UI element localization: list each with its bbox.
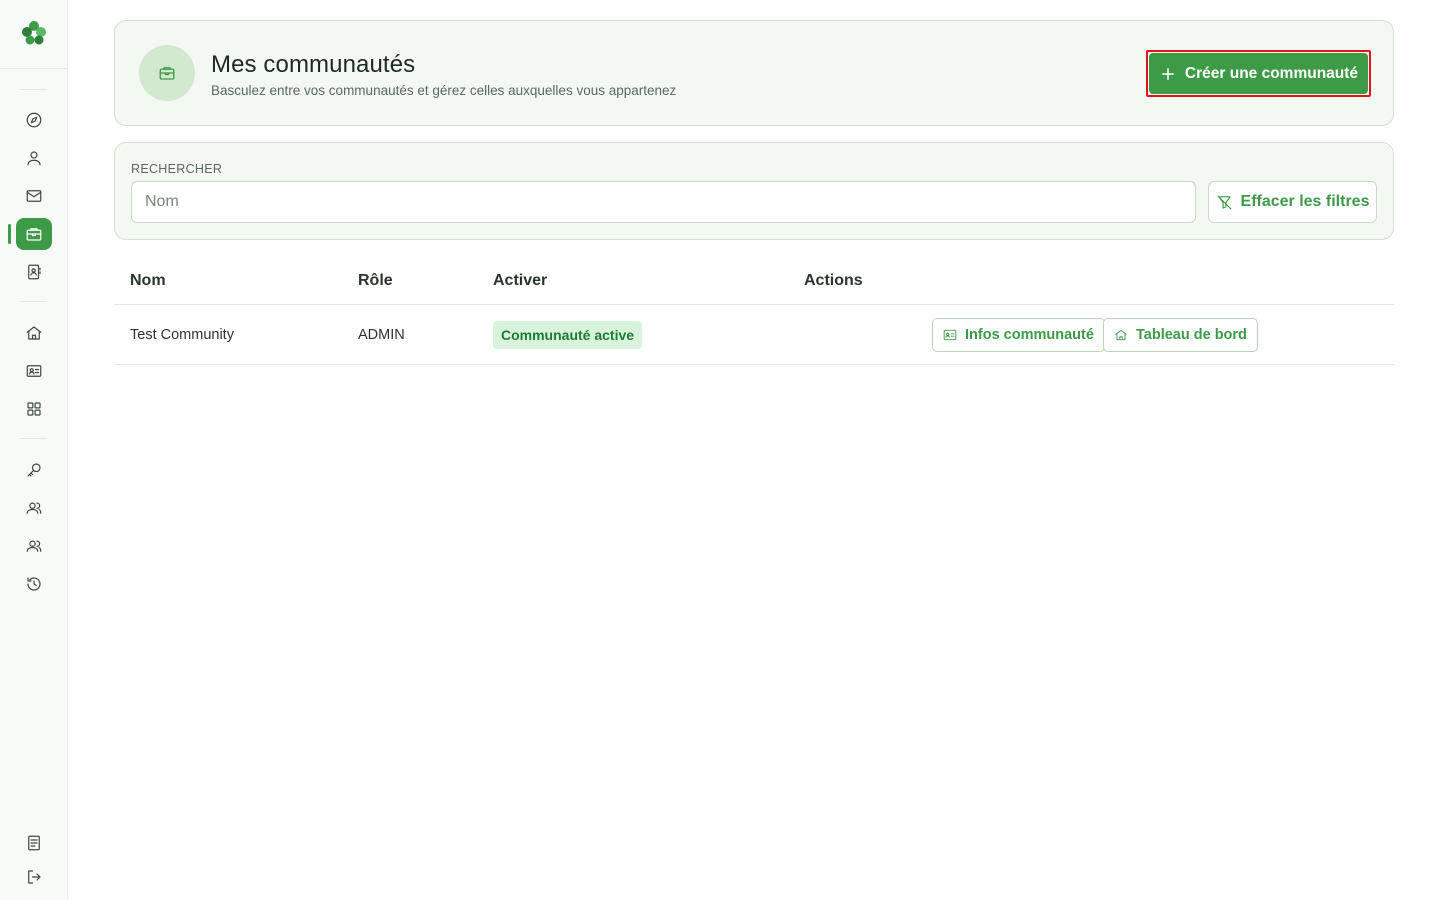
compass-icon xyxy=(26,112,42,128)
grid-icon xyxy=(27,402,41,416)
mail-icon xyxy=(26,190,42,202)
id-card-icon xyxy=(26,365,42,377)
plus-icon xyxy=(1161,67,1174,80)
page-title: Mes communautés xyxy=(211,51,416,78)
clear-filters-button[interactable]: Effacer les filtres xyxy=(1208,181,1377,223)
sidebar-item-docs[interactable] xyxy=(16,827,52,859)
sidebar-item-logout[interactable] xyxy=(16,861,52,893)
history-icon xyxy=(27,577,41,591)
create-community-button[interactable]: Créer une communauté xyxy=(1149,53,1368,94)
home-icon xyxy=(1115,329,1127,341)
document-icon xyxy=(28,835,40,851)
table-header-row: Nom Rôle Activer Actions xyxy=(114,256,1394,305)
key-icon xyxy=(27,463,41,477)
sidebar-item-home[interactable] xyxy=(16,317,52,349)
page-subtitle: Basculez entre vos communautés et gérez … xyxy=(211,83,677,98)
contact-book-icon xyxy=(28,264,41,280)
users-icon xyxy=(26,502,42,514)
sidebar-item-history[interactable] xyxy=(16,568,52,600)
sidebar-top-divider xyxy=(0,68,68,69)
status-badge: Communauté active xyxy=(493,321,643,349)
clear-filters-label: Effacer les filtres xyxy=(1240,193,1370,210)
communities-table: Nom Rôle Activer Actions Test Community … xyxy=(114,256,1394,365)
sidebar-item-messages[interactable] xyxy=(16,180,52,212)
sidebar-active-indicator xyxy=(8,224,11,244)
search-card: RECHERCHER Effacer les filtres xyxy=(114,142,1394,240)
dashboard-button[interactable]: Tableau de bord xyxy=(1103,318,1258,352)
column-header-actions: Actions xyxy=(804,272,863,289)
sidebar-item-members[interactable] xyxy=(16,492,52,524)
create-community-label: Créer une communauté xyxy=(1184,64,1359,82)
sidebar-item-groups[interactable] xyxy=(16,530,52,562)
sidebar-divider xyxy=(20,89,47,90)
search-label: RECHERCHER xyxy=(131,162,223,176)
sidebar-divider xyxy=(20,438,47,439)
community-info-button[interactable]: Infos communauté xyxy=(932,318,1105,352)
sidebar-item-explore[interactable] xyxy=(16,104,52,136)
sidebar-item-id-card[interactable] xyxy=(16,355,52,387)
app-root: Mes communautés Basculez entre vos commu… xyxy=(0,0,1440,900)
user-icon xyxy=(27,151,41,166)
community-name-cell: Test Community xyxy=(130,327,234,343)
column-header-name[interactable]: Nom xyxy=(130,272,166,290)
sidebar-item-profile[interactable] xyxy=(16,142,52,174)
clover-logo-icon[interactable] xyxy=(20,19,48,47)
column-header-role[interactable]: Rôle xyxy=(358,272,393,290)
sidebar-divider xyxy=(20,301,47,302)
id-card-icon xyxy=(943,329,957,341)
column-header-active[interactable]: Activer xyxy=(493,272,547,290)
search-input[interactable] xyxy=(131,181,1196,223)
header-icon-badge xyxy=(139,45,195,101)
community-role-cell: ADMIN xyxy=(358,327,405,343)
dashboard-label: Tableau de bord xyxy=(1136,327,1247,343)
filter-off-icon xyxy=(1217,195,1231,209)
sidebar-item-apps[interactable] xyxy=(16,393,52,425)
sidebar xyxy=(0,0,68,900)
page-header-card: Mes communautés Basculez entre vos commu… xyxy=(114,20,1394,126)
briefcase-icon xyxy=(159,67,175,80)
users-icon xyxy=(26,540,42,552)
logout-icon xyxy=(28,870,41,884)
briefcase-icon xyxy=(26,228,42,241)
home-icon xyxy=(26,326,42,340)
table-row[interactable]: Test Community ADMIN Communauté active I… xyxy=(114,305,1394,365)
sidebar-item-keys[interactable] xyxy=(16,454,52,486)
sidebar-item-contacts[interactable] xyxy=(16,256,52,288)
sidebar-item-communities[interactable] xyxy=(16,218,52,250)
community-info-label: Infos communauté xyxy=(965,327,1094,343)
